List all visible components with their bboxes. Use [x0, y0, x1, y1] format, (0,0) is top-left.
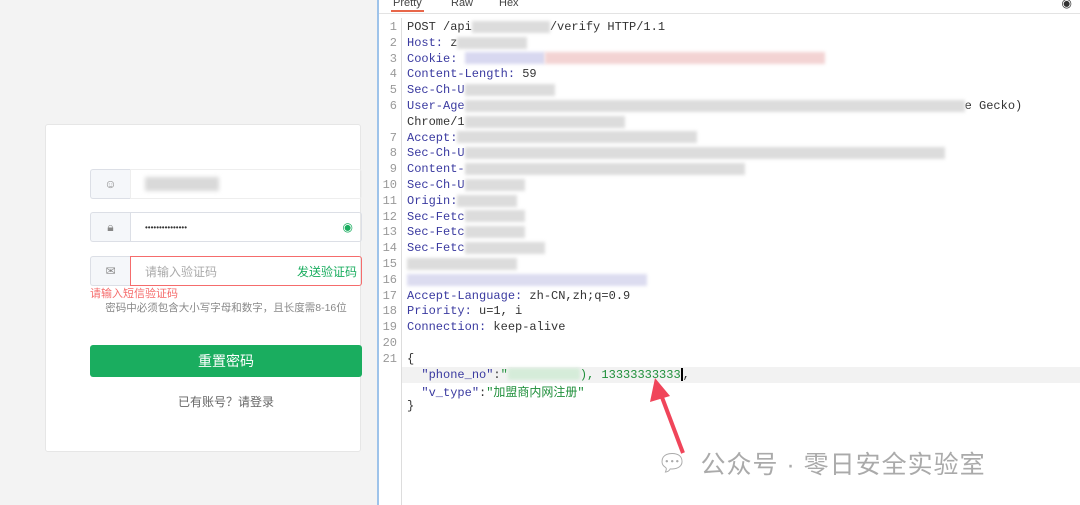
red-arrow-annotation: [650, 378, 685, 454]
watermark: 💬︎ 公众号 · 零日安全实验室: [657, 445, 986, 481]
wechat-icon: 💬︎: [657, 449, 689, 477]
watermark-text: 公众号 · 零日安全实验室: [700, 451, 986, 479]
